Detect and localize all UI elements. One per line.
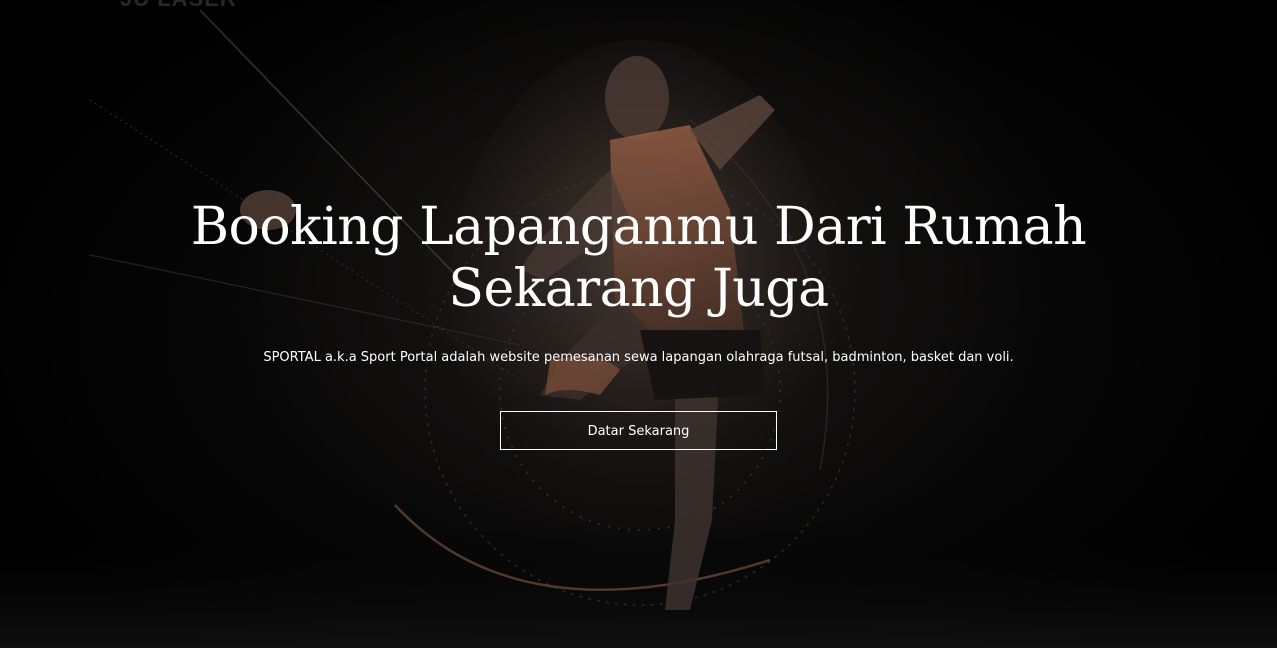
hero-headline: Booking Lapanganmu Dari Rumah Sekarang J…: [100, 196, 1177, 320]
headline-line-2: Sekarang Juga: [448, 259, 829, 319]
hero-content: Booking Lapanganmu Dari Rumah Sekarang J…: [0, 0, 1277, 648]
hero-section: JU LASER Booking Lapanganmu Dari Rumah S…: [0, 0, 1277, 648]
headline-line-1: Booking Lapanganmu Dari Rumah: [190, 197, 1087, 257]
hero-subtitle: SPORTAL a.k.a Sport Portal adalah websit…: [263, 350, 1014, 365]
signup-now-button[interactable]: Datar Sekarang: [500, 411, 777, 450]
